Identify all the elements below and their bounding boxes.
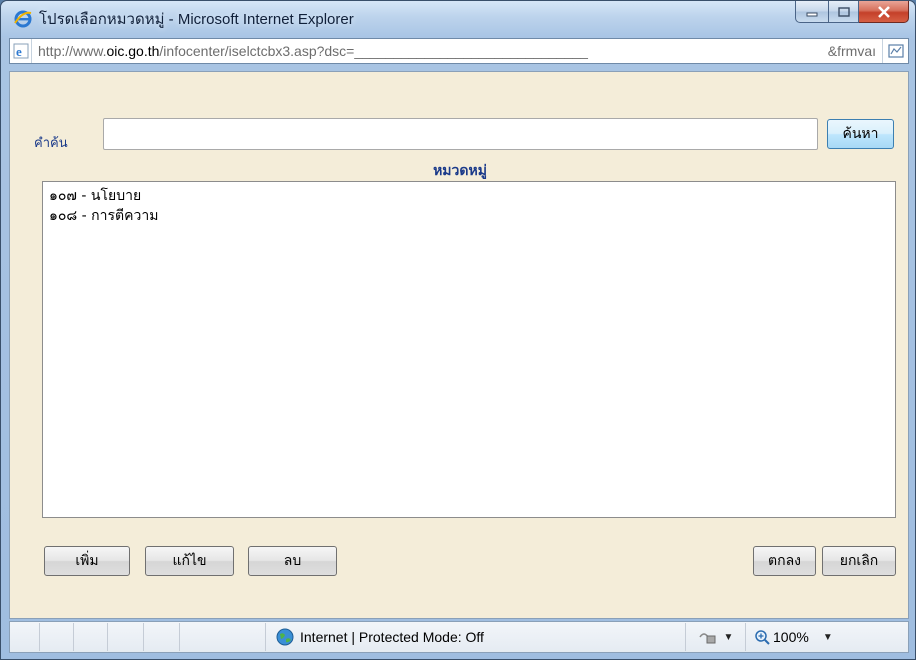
page-icon: e <box>10 39 32 63</box>
svg-text:e: e <box>16 44 22 59</box>
dialog-content: คำค้น ค้นหา หมวดหมู่ ๑๐๗ - นโยบาย ๑๐๘ - … <box>9 71 909 619</box>
security-lock-icon <box>698 633 716 644</box>
protected-mode-button[interactable]: ▼ <box>686 623 746 651</box>
minimize-icon <box>806 12 818 16</box>
address-url[interactable]: http://www.oic.go.th/infocenter/iselctcb… <box>32 43 828 59</box>
url-path: /infocenter/iselctcbx3.asp?dsc=_________… <box>159 43 588 59</box>
search-input[interactable] <box>103 118 818 150</box>
list-item[interactable]: ๑๐๘ - การตีความ <box>49 206 895 226</box>
status-segment <box>40 623 74 651</box>
chevron-down-icon: ▼ <box>822 631 833 643</box>
ok-button[interactable]: ตกลง <box>753 546 816 576</box>
minimize-button[interactable] <box>795 1 829 23</box>
title-bar[interactable]: โปรดเลือกหมวดหมู่ - Microsoft Internet E… <box>1 1 915 37</box>
zone-text: Internet | Protected Mode: Off <box>300 629 484 645</box>
browser-window: โปรดเลือกหมวดหมู่ - Microsoft Internet E… <box>0 0 916 660</box>
edit-button[interactable]: แก้ไข <box>145 546 234 576</box>
zoom-control[interactable]: 100% ▼ <box>746 623 841 651</box>
ie-logo-icon <box>13 9 33 29</box>
caption-buttons <box>795 1 909 23</box>
address-bar[interactable]: e http://www.oic.go.th/infocenter/iselct… <box>9 38 909 64</box>
security-zone[interactable]: Internet | Protected Mode: Off <box>266 623 686 651</box>
status-segment <box>108 623 144 651</box>
status-segment <box>180 623 266 651</box>
status-segment <box>74 623 108 651</box>
window-title: โปรดเลือกหมวดหมู่ - Microsoft Internet E… <box>39 11 354 28</box>
url-tail: &frmvaı <box>827 43 876 59</box>
compatibility-view-icon <box>887 44 904 58</box>
add-button[interactable]: เพิ่ม <box>44 546 130 576</box>
search-button[interactable]: ค้นหา <box>827 119 894 149</box>
compatibility-view-button[interactable] <box>882 39 908 63</box>
status-segment <box>144 623 180 651</box>
cancel-button[interactable]: ยกเลิก <box>822 546 896 576</box>
maximize-icon <box>837 6 850 17</box>
list-item[interactable]: ๑๐๗ - นโยบาย <box>49 186 895 206</box>
url-prefix: http://www. <box>38 43 107 59</box>
zoom-level: 100% <box>773 629 809 645</box>
delete-button[interactable]: ลบ <box>248 546 337 576</box>
close-icon <box>877 5 890 18</box>
maximize-button[interactable] <box>829 1 859 23</box>
status-bar: Internet | Protected Mode: Off ▼ 100% ▼ <box>9 621 909 653</box>
search-label: คำค้น <box>34 136 68 151</box>
category-header: หมวดหมู่ <box>433 163 487 179</box>
close-button[interactable] <box>859 1 909 23</box>
category-listbox[interactable]: ๑๐๗ - นโยบาย ๑๐๘ - การตีความ <box>42 181 896 518</box>
chevron-down-icon: ▼ <box>723 631 734 643</box>
url-domain: oic.go.th <box>106 43 160 59</box>
status-segment <box>10 623 40 651</box>
zoom-icon <box>755 630 770 645</box>
globe-icon <box>276 628 294 646</box>
